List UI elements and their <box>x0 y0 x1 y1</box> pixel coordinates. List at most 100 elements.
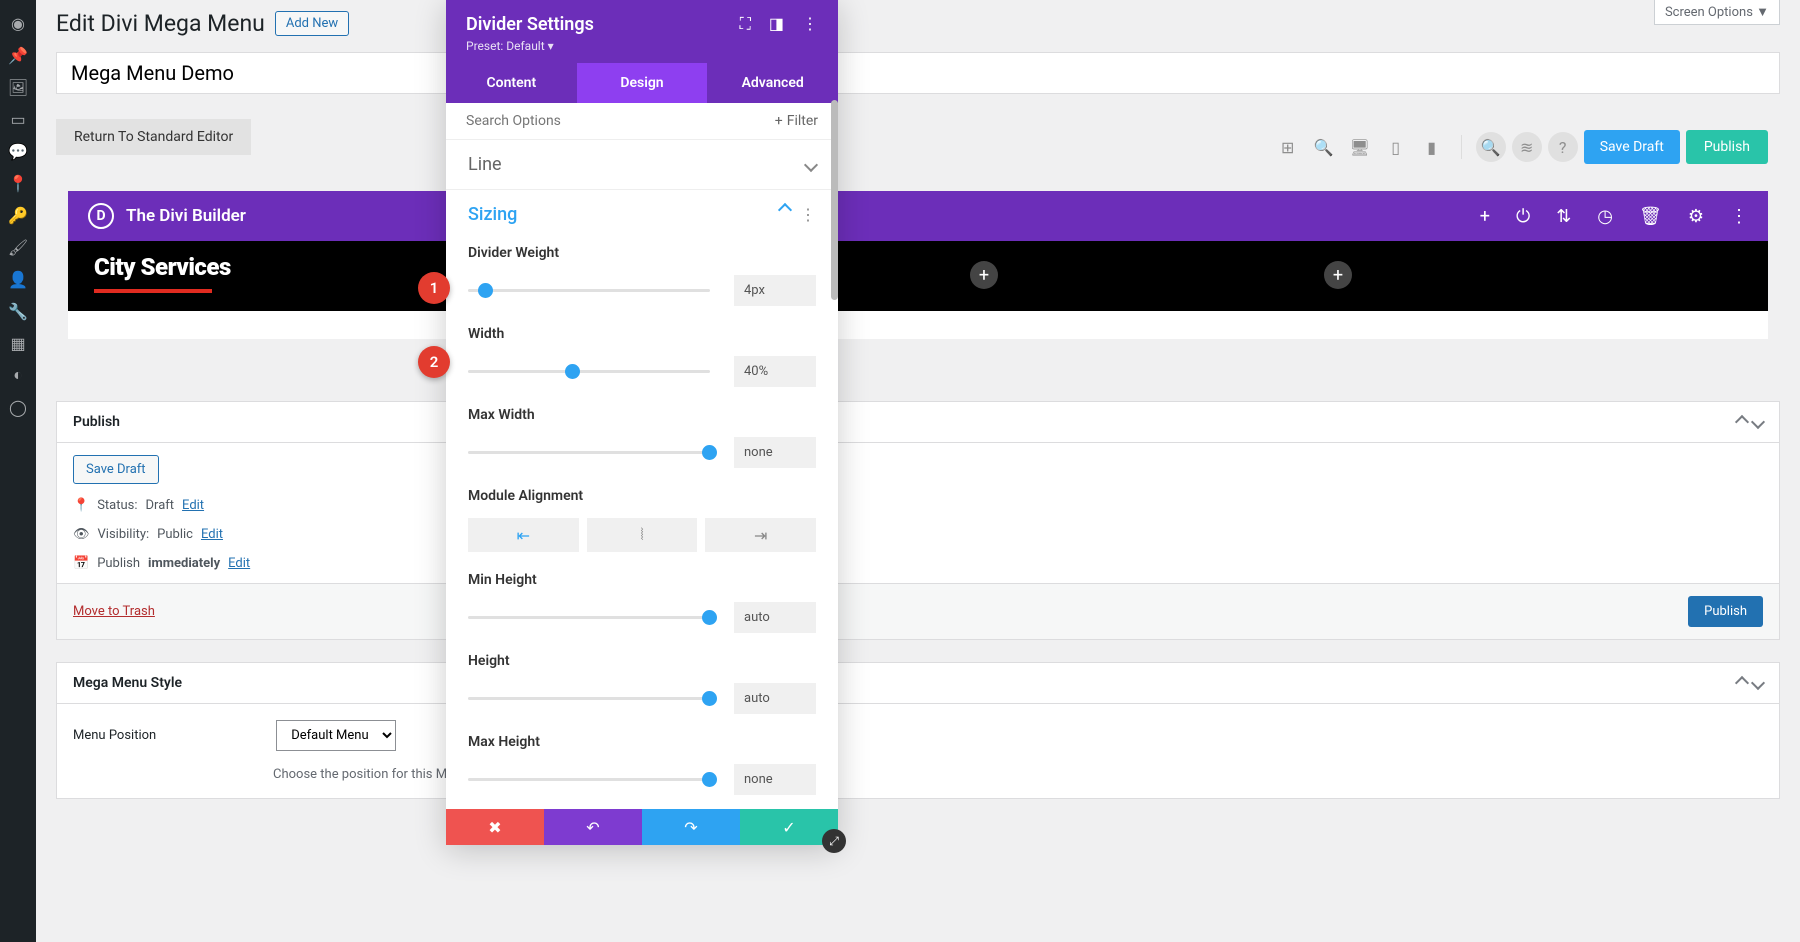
section-sizing[interactable]: Sizing <box>468 204 517 225</box>
add-column-button[interactable]: + <box>970 261 998 289</box>
builder-row[interactable]: City Services + + <box>68 241 1768 311</box>
layers-icon[interactable]: ≋ <box>1512 132 1542 162</box>
eye-icon: 👁 <box>73 527 90 542</box>
redo-button[interactable]: ↷ <box>642 809 740 845</box>
chevron-up-icon[interactable] <box>778 203 792 217</box>
desktop-icon[interactable]: 🖥 <box>1345 132 1375 162</box>
align-center-button[interactable]: ⦚ <box>587 518 698 552</box>
resize-handle-icon[interactable]: ⤢ <box>822 829 846 853</box>
chevron-down-icon[interactable] <box>1751 415 1765 429</box>
builder-canvas: D The Divi Builder + ⏻ ⇅ ◷ 🗑 ⚙ ⋮ City Se… <box>56 191 1780 359</box>
section-more-icon[interactable]: ⋮ <box>800 205 816 224</box>
tablet-icon[interactable]: ▯ <box>1381 132 1411 162</box>
visibility-label: Visibility: <box>98 527 150 542</box>
move-to-trash-link[interactable]: Move to Trash <box>73 604 155 619</box>
trash-icon[interactable]: 🗑 <box>1639 206 1662 227</box>
users-icon[interactable]: 👤 <box>0 264 36 294</box>
builder-title: The Divi Builder <box>126 206 246 226</box>
divider-weight-slider[interactable] <box>468 289 710 292</box>
key-icon[interactable]: 🔑 <box>0 200 36 230</box>
height-slider[interactable] <box>468 697 710 700</box>
layout-icon[interactable]: ⊞ <box>1273 132 1303 162</box>
tools-icon[interactable]: 🔧 <box>0 296 36 326</box>
width-input[interactable] <box>734 356 816 387</box>
tab-design[interactable]: Design <box>577 63 708 103</box>
search-icon[interactable]: 🔍 <box>1309 132 1339 162</box>
add-column-button[interactable]: + <box>1324 261 1352 289</box>
chevron-up-icon[interactable] <box>1735 676 1749 690</box>
divi-logo-icon: D <box>88 203 114 229</box>
modal-scrollbar[interactable] <box>831 100 838 480</box>
divider-preview <box>94 289 212 293</box>
wp-admin-sidebar: ◉ 📌 🖼 ▭ 💬 📍 🔑 🖌 👤 🔧 ▦ ◐ ◯ <box>0 0 36 942</box>
add-icon[interactable]: + <box>1480 206 1490 227</box>
align-right-button[interactable]: ⇥ <box>705 518 816 552</box>
schedule-edit-link[interactable]: Edit <box>228 556 250 571</box>
discard-button[interactable]: ✖ <box>446 809 544 845</box>
annotation-1: 1 <box>418 272 450 304</box>
builder-toolbar: ⊞ 🔍 🖥 ▯ ▮ 🔍 ≋ ? Save Draft Publish <box>1273 130 1768 164</box>
tab-content[interactable]: Content <box>446 63 577 103</box>
key-status-icon: 📍 <box>73 498 89 513</box>
status-edit-link[interactable]: Edit <box>182 498 204 513</box>
modal-preset[interactable]: Preset: Default ▾ <box>466 39 594 53</box>
chevron-down-icon[interactable] <box>804 157 818 171</box>
publish-when: immediately <box>148 556 220 571</box>
max-height-input[interactable] <box>734 764 816 795</box>
publish-button[interactable]: Publish <box>1686 130 1768 164</box>
expand-icon[interactable]: ⛶ <box>740 14 751 34</box>
height-input[interactable] <box>734 683 816 714</box>
gear-icon[interactable]: ⚙ <box>1688 206 1704 227</box>
search-options-input[interactable] <box>466 113 775 129</box>
pages-icon[interactable]: ▭ <box>0 104 36 134</box>
screen-options-toggle[interactable]: Screen Options ▼ <box>1654 0 1780 25</box>
min-height-slider[interactable] <box>468 616 710 619</box>
media-icon[interactable]: 🖼 <box>0 72 36 102</box>
help-icon[interactable]: ? <box>1548 132 1578 162</box>
settings-icon[interactable]: ▦ <box>0 328 36 358</box>
sort-icon[interactable]: ⇅ <box>1556 206 1571 227</box>
power-icon[interactable]: ⏻ <box>1516 206 1530 227</box>
publish-submit-button[interactable]: Publish <box>1688 596 1763 627</box>
chevron-down-icon[interactable] <box>1751 676 1765 690</box>
page-title: Edit Divi Mega Menu <box>56 10 265 37</box>
phone-icon[interactable]: ▮ <box>1417 132 1447 162</box>
post-title-input[interactable] <box>56 52 1780 94</box>
max-height-slider[interactable] <box>468 778 710 781</box>
save-draft-button[interactable]: Save Draft <box>1584 130 1680 164</box>
history-icon[interactable]: ◷ <box>1597 206 1613 227</box>
appearance-icon[interactable]: 🖌 <box>0 232 36 262</box>
menu-position-label: Menu Position <box>73 728 156 743</box>
align-left-button[interactable]: ⇤ <box>468 518 579 552</box>
save-draft-box-button[interactable]: Save Draft <box>73 455 159 484</box>
height-label: Height <box>468 653 816 669</box>
visibility-edit-link[interactable]: Edit <box>201 527 223 542</box>
more-icon[interactable]: ⋮ <box>802 14 818 34</box>
plugin-icon[interactable]: ◯ <box>0 392 36 422</box>
snap-icon[interactable]: ◨ <box>769 14 784 34</box>
builder-header: D The Divi Builder + ⏻ ⇅ ◷ 🗑 ⚙ ⋮ <box>68 191 1768 241</box>
chevron-up-icon[interactable] <box>1735 415 1749 429</box>
calendar-icon: 📅 <box>73 556 89 571</box>
undo-button[interactable]: ↶ <box>544 809 642 845</box>
divi-icon[interactable]: ◐ <box>0 360 36 390</box>
max-width-input[interactable] <box>734 437 816 468</box>
zoom-icon[interactable]: 🔍 <box>1476 132 1506 162</box>
min-height-input[interactable] <box>734 602 816 633</box>
section-line[interactable]: Line <box>468 154 502 175</box>
filter-button[interactable]: +Filter <box>775 113 818 129</box>
comments-icon[interactable]: 💬 <box>0 136 36 166</box>
status-value: Draft <box>146 498 175 513</box>
return-standard-editor-button[interactable]: Return To Standard Editor <box>56 119 251 155</box>
divider-weight-input[interactable] <box>734 275 816 306</box>
max-width-slider[interactable] <box>468 451 710 454</box>
width-label: Width <box>468 326 816 342</box>
dashboard-icon[interactable]: ◉ <box>0 8 36 38</box>
tab-advanced[interactable]: Advanced <box>707 63 838 103</box>
project-icon[interactable]: 📍 <box>0 168 36 198</box>
width-slider[interactable] <box>468 370 710 373</box>
menu-icon[interactable]: ⋮ <box>1730 206 1748 227</box>
pin-icon[interactable]: 📌 <box>0 40 36 70</box>
add-new-button[interactable]: Add New <box>275 11 349 36</box>
menu-position-select[interactable]: Default Menu <box>276 720 396 751</box>
